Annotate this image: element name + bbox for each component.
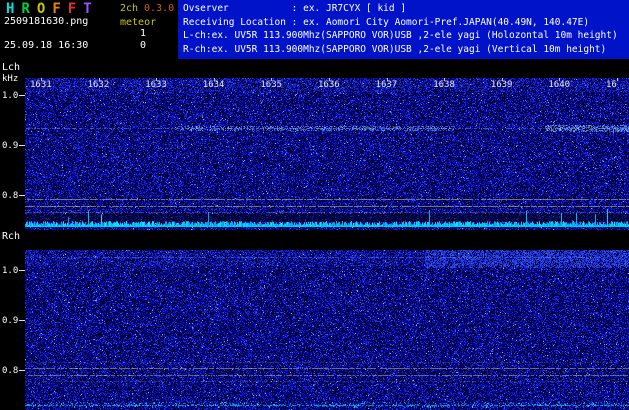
time-tick: [271, 78, 272, 81]
time-label: 1631: [30, 80, 52, 90]
freq-unit-label: kHz: [2, 74, 18, 84]
app-title-letter: H: [6, 1, 14, 17]
lch-spectrogram-canvas: [25, 78, 629, 230]
rch-spectrogram-canvas: [25, 250, 629, 410]
lch-rx-line: L-ch:ex. UV5R 113.900Mhz(SAPPORO VOR)USB…: [183, 29, 624, 43]
app-version: 0.3.0: [144, 3, 174, 14]
station-info-panel: Ovserver : ex. JR7CYX [ kid ] Receiving L…: [178, 0, 629, 59]
time-axis: 1631 1632 1633 1634 1635 1636 1637 1638 1639 1640…: [25, 78, 629, 94]
channel-mode: 2ch: [120, 3, 138, 14]
mode-label: meteor: [120, 17, 156, 28]
rch-label: Rch: [2, 231, 20, 242]
rch-rx-line: R-ch:ex. UV5R 113.900Mhz(SAPPORO VOR)USB…: [183, 43, 624, 57]
time-label: 1632: [88, 80, 110, 90]
lch-label: Lch: [2, 62, 20, 73]
app-title-letter: F: [68, 1, 76, 17]
time-tick: [444, 78, 445, 81]
time-label: 1640: [548, 80, 570, 90]
time-label: 1639: [491, 80, 513, 90]
time-label: 1637: [376, 80, 398, 90]
lch-tick-label-1: 1.0: [2, 91, 18, 101]
time-label: 1635: [260, 80, 282, 90]
time-label: 1638: [433, 80, 455, 90]
rch-tick-label-1: 1.0: [2, 266, 18, 276]
rch-tick-label-3: 0.8: [2, 366, 18, 376]
observer-line: Ovserver : ex. JR7CYX [ kid ]: [183, 2, 624, 16]
time-label: 1636: [318, 80, 340, 90]
time-tick: [41, 78, 42, 81]
time-tick: [156, 78, 157, 81]
echo-count-1: 1: [126, 28, 146, 39]
time-tick: [99, 78, 100, 81]
lch-tick-label-3: 0.8: [2, 191, 18, 201]
time-tick: [559, 78, 560, 81]
output-filename: 2509181630.png: [4, 16, 88, 27]
app-title: HROFFT: [6, 1, 99, 17]
app-title-letter: R: [21, 1, 29, 17]
rch-tick-label-2: 0.9: [2, 316, 18, 326]
time-tick: [502, 78, 503, 81]
echo-count-2: 0: [126, 40, 146, 51]
lch-tick-label-2: 0.9: [2, 141, 18, 151]
time-tick: [214, 78, 215, 81]
time-label: 1634: [203, 80, 225, 90]
time-label: 16: [606, 80, 617, 90]
app-title-letter: O: [37, 1, 45, 17]
time-tick: [617, 78, 618, 81]
hrofft-window: HROFFT 2ch 0.3.0 2509181630.png meteor 1…: [0, 0, 629, 410]
app-title-letter: F: [52, 1, 60, 17]
datetime-label: 25.09.18 16:30: [4, 40, 88, 51]
time-tick: [329, 78, 330, 81]
time-tick: [387, 78, 388, 81]
location-line: Receiving Location : ex. Aomori City Aom…: [183, 16, 624, 30]
time-label: 1633: [145, 80, 167, 90]
app-title-letter: T: [83, 1, 91, 17]
